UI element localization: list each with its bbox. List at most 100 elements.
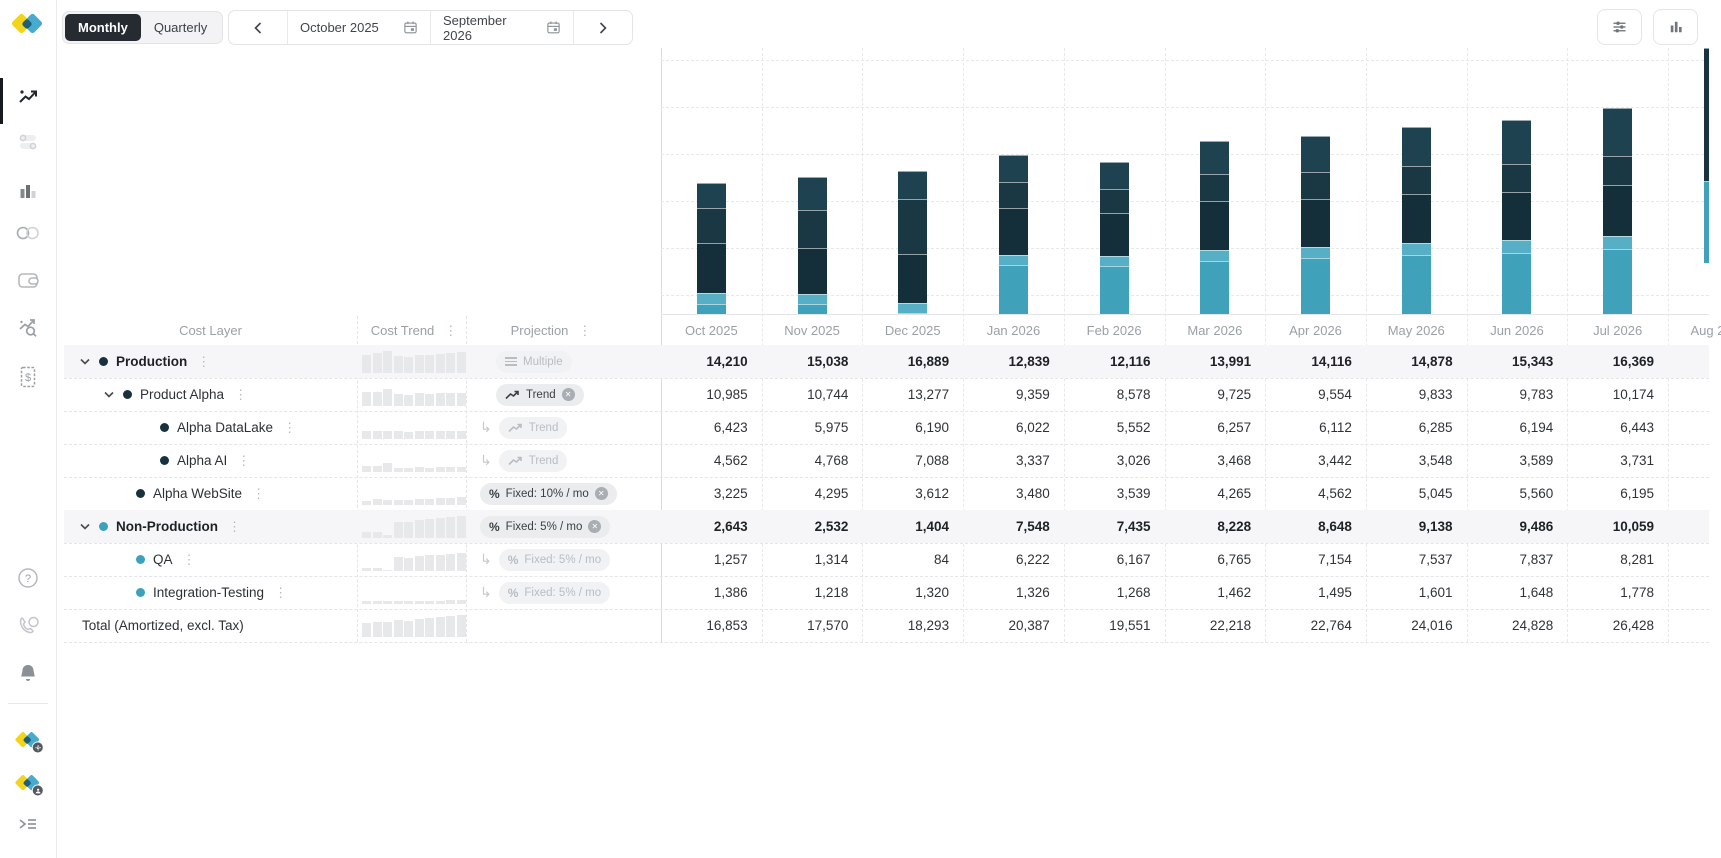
expand-chevron-down-icon[interactable] bbox=[80, 358, 90, 365]
value-cell: 4,562 bbox=[713, 453, 748, 468]
range-next-button[interactable] bbox=[574, 11, 632, 44]
sidebar-item-help-icon[interactable]: ? bbox=[0, 560, 56, 596]
sidebar-item-chart-search-icon[interactable] bbox=[0, 309, 56, 345]
sparkline-bar bbox=[435, 353, 445, 373]
sparkline-bar bbox=[404, 557, 414, 571]
value-cell: 12,116 bbox=[1109, 354, 1151, 369]
row-separator bbox=[64, 642, 1709, 643]
bar-segment-alpha-ai bbox=[998, 182, 1028, 209]
layer-label: Alpha DataLake bbox=[177, 420, 274, 435]
sidebar-item-infinity-icon[interactable] bbox=[0, 215, 56, 251]
projection-chip-product-alpha[interactable]: Trend ✕ bbox=[496, 383, 584, 406]
bar-apr-2026[interactable] bbox=[1301, 136, 1331, 314]
projection-cell: ↳ Trend bbox=[466, 411, 661, 444]
sidebar-item-collapse-menu-icon[interactable] bbox=[0, 806, 56, 842]
row-menu-button[interactable]: ⋮ bbox=[283, 421, 296, 434]
row-menu-button[interactable]: ⋮ bbox=[252, 487, 265, 500]
chart-type-button[interactable] bbox=[1653, 9, 1698, 45]
header-cost-trend-menu[interactable]: ⋮ bbox=[444, 324, 457, 337]
bar-dec-2025[interactable] bbox=[898, 170, 928, 314]
projection-cell: ↳% Fixed: 5% / mo bbox=[466, 576, 661, 609]
header-projection-menu[interactable]: ⋮ bbox=[578, 324, 591, 337]
sidebar-item-support-phone-icon[interactable] bbox=[0, 608, 56, 644]
bar-jul-2026[interactable] bbox=[1603, 107, 1633, 314]
row-menu-button[interactable]: ⋮ bbox=[234, 388, 247, 401]
bar-nov-2025[interactable] bbox=[797, 176, 827, 314]
projection-chip-non-production[interactable]: % Fixed: 5% / mo ✕ bbox=[480, 515, 611, 538]
cost-trend-sparkline bbox=[362, 580, 466, 604]
sparkline-bar bbox=[446, 517, 456, 538]
row-menu-button[interactable]: ⋮ bbox=[274, 586, 287, 599]
projection-chip-qa[interactable]: % Fixed: 5% / mo bbox=[498, 548, 611, 571]
row-menu-button[interactable]: ⋮ bbox=[237, 454, 250, 467]
sparkline-bar bbox=[435, 430, 445, 439]
expand-chevron-down-icon[interactable] bbox=[80, 523, 90, 530]
sparkline-bar bbox=[404, 468, 414, 472]
sparkline-bar bbox=[372, 499, 382, 505]
sparkline-bar bbox=[362, 500, 372, 505]
projection-chip-integration-testing[interactable]: % Fixed: 5% / mo bbox=[498, 581, 611, 604]
row-menu-button[interactable]: ⋮ bbox=[183, 553, 196, 566]
value-cell: 6,222 bbox=[1015, 552, 1050, 567]
sparkline-bar bbox=[414, 393, 424, 406]
sparkline-bar bbox=[372, 353, 382, 373]
sparkline-bar bbox=[383, 534, 393, 538]
range-prev-button[interactable] bbox=[229, 11, 288, 44]
cost-trend-sparkline bbox=[362, 382, 466, 406]
value-cell: 10,174 bbox=[1612, 387, 1654, 402]
bar-segment-alpha-ai bbox=[1099, 189, 1129, 213]
projection-chip-alpha-datalake[interactable]: Trend bbox=[498, 416, 568, 439]
bar-feb-2026[interactable] bbox=[1099, 161, 1129, 314]
bar-segment-qa bbox=[1301, 258, 1331, 314]
row-menu-button[interactable]: ⋮ bbox=[197, 355, 210, 368]
range-start-field[interactable]: October 2025 bbox=[288, 11, 431, 44]
projection-chip-production[interactable]: Multiple bbox=[496, 350, 572, 373]
projection-chip-alpha-website[interactable]: % Fixed: 10% / mo ✕ bbox=[480, 482, 617, 505]
remove-projection-button[interactable]: ✕ bbox=[588, 520, 602, 533]
sparkline-bar bbox=[456, 430, 466, 439]
sparkline-bar bbox=[456, 552, 466, 571]
projection-cell: % Fixed: 5% / mo ✕ bbox=[466, 510, 661, 543]
sidebar-item-notifications-bell-icon[interactable] bbox=[0, 655, 56, 691]
chart-gridline bbox=[661, 107, 1709, 108]
month-header-jun-2026: Jun 2026 bbox=[1490, 322, 1544, 338]
tab-monthly[interactable]: Monthly bbox=[65, 14, 141, 41]
sidebar-item-workspace-account-logo[interactable] bbox=[0, 765, 56, 801]
range-end-field[interactable]: September 2026 bbox=[431, 11, 574, 44]
sparkline-bar bbox=[425, 467, 435, 472]
sidebar-item-wallet-icon[interactable] bbox=[0, 262, 56, 298]
tab-quarterly[interactable]: Quarterly bbox=[141, 14, 220, 41]
projection-cell: ↳ Trend bbox=[466, 444, 661, 477]
value-cell: 5,975 bbox=[814, 420, 849, 435]
sidebar-item-workspace-settings-logo[interactable] bbox=[0, 722, 56, 758]
sidebar-item-bar-chart-icon[interactable] bbox=[0, 172, 56, 208]
bar-jan-2026[interactable] bbox=[998, 155, 1028, 314]
bar-segment-alpha-datalake bbox=[1200, 201, 1230, 250]
remove-projection-button[interactable]: ✕ bbox=[561, 388, 575, 401]
sparkline-bar bbox=[362, 600, 372, 604]
bar-oct-2025[interactable] bbox=[696, 182, 726, 314]
bar-chart-icon bbox=[1670, 21, 1682, 33]
sidebar-item-trend-analytics-icon[interactable] bbox=[0, 79, 56, 115]
value-cell: 26,428 bbox=[1612, 618, 1654, 633]
value-cell: 1,778 bbox=[1620, 585, 1654, 600]
bar-mar-2026[interactable] bbox=[1200, 140, 1230, 314]
value-cell: 13,277 bbox=[907, 387, 950, 402]
value-cell: 12,839 bbox=[1008, 354, 1050, 369]
value-cell: 6,423 bbox=[713, 420, 748, 435]
bar-may-2026[interactable] bbox=[1401, 126, 1431, 314]
bar-segment-alpha-ai bbox=[797, 210, 827, 248]
sparkline-bar bbox=[456, 615, 466, 637]
remove-projection-button[interactable]: ✕ bbox=[594, 487, 608, 500]
filter-settings-button[interactable] bbox=[1597, 9, 1642, 45]
expand-chevron-down-icon[interactable] bbox=[104, 391, 114, 398]
projection-chip-alpha-ai[interactable]: Trend bbox=[498, 449, 568, 472]
bar-jun-2026[interactable] bbox=[1502, 120, 1532, 314]
sidebar-item-receipt-dollar-icon[interactable]: $ bbox=[0, 359, 56, 395]
sparkline-bar bbox=[414, 467, 424, 472]
sidebar-item-toggles-icon[interactable] bbox=[0, 124, 56, 160]
value-cell: 24,828 bbox=[1511, 618, 1554, 633]
cost-layer-row-alpha-website: Alpha WebSite ⋮% Fixed: 10% / mo ✕ 3,225 4,29… bbox=[64, 477, 1709, 510]
row-menu-button[interactable]: ⋮ bbox=[228, 520, 241, 533]
value-cell: 6,112 bbox=[1319, 420, 1352, 435]
